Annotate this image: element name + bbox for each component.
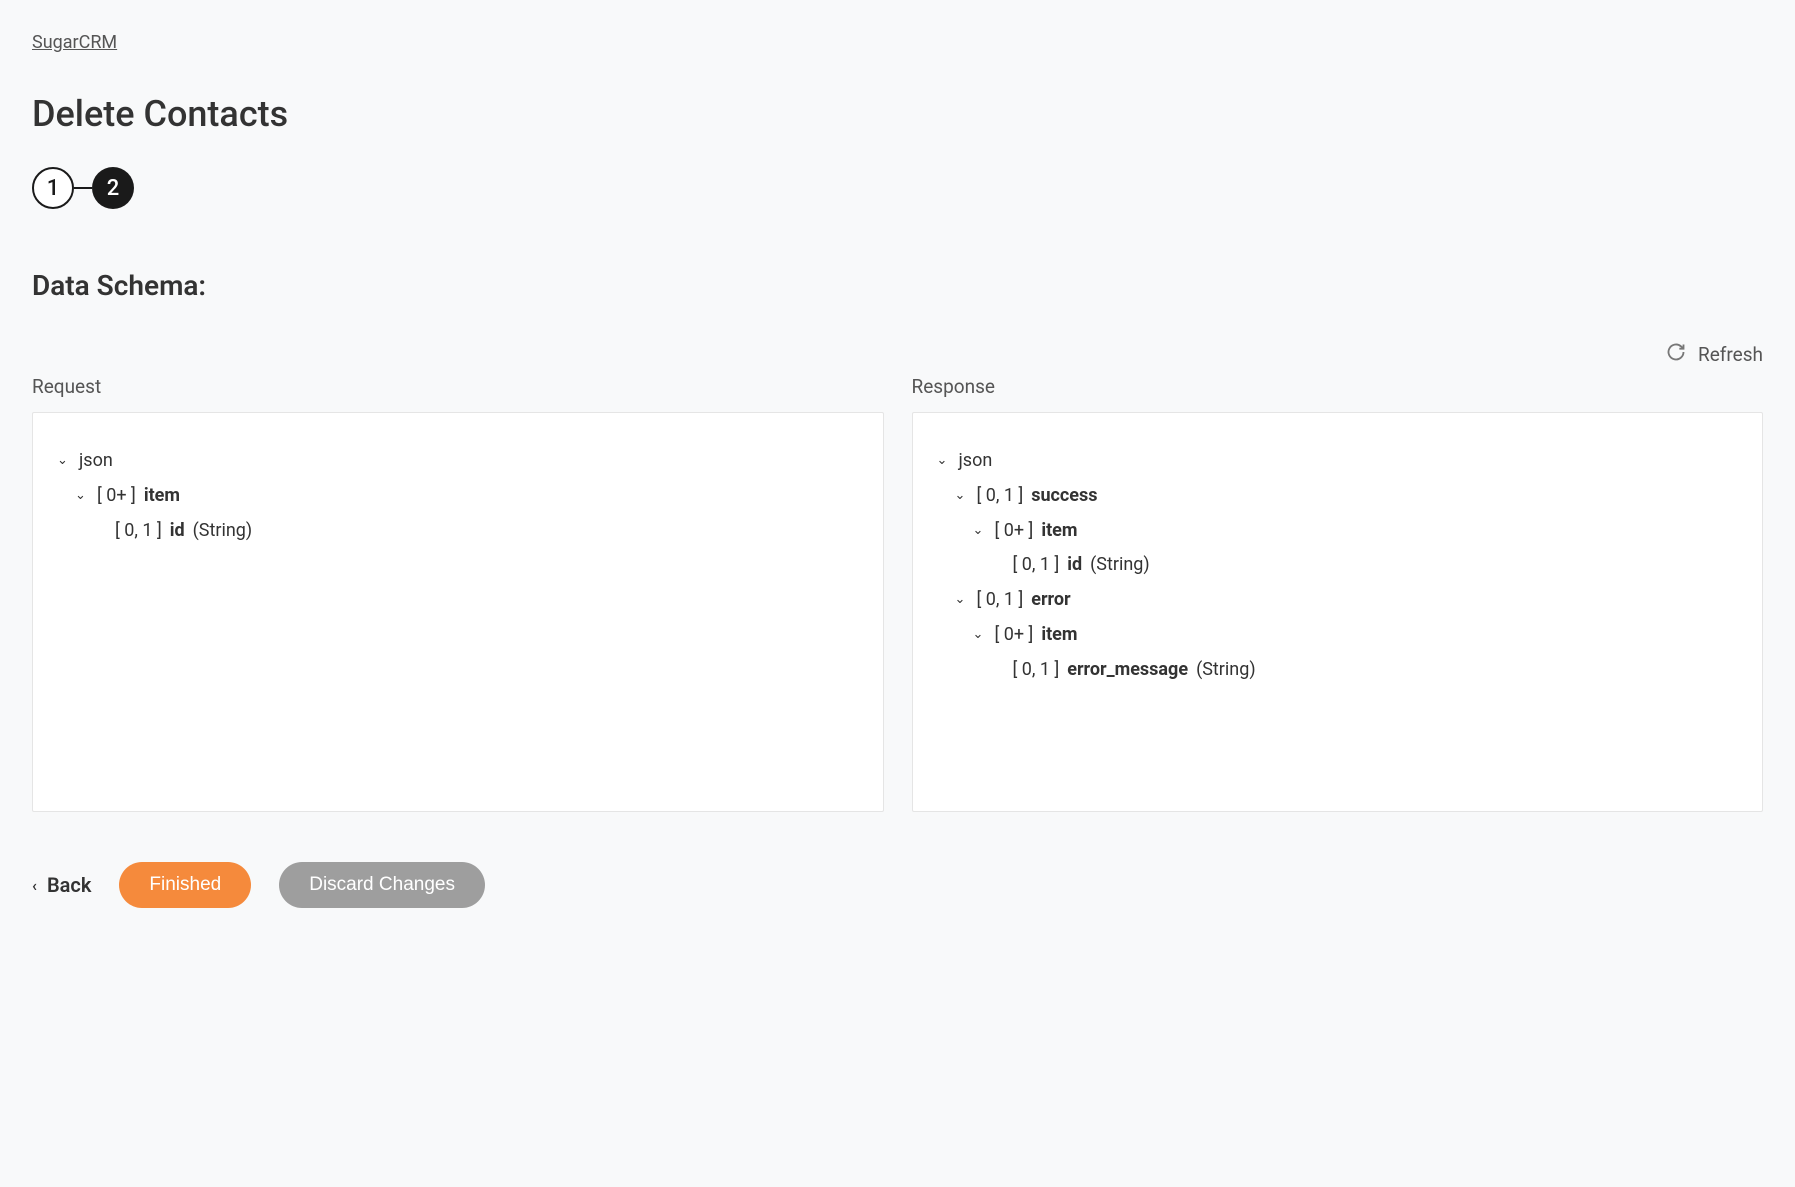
page-title: Delete Contacts [32, 93, 1763, 135]
section-header: Data Schema: [32, 269, 1763, 302]
back-button[interactable]: ‹ Back [32, 873, 91, 897]
tree-cardinality: [ 0, 1 ] [1013, 551, 1060, 580]
tree-row[interactable]: ⌄ [ 0+ ] item [57, 482, 859, 511]
chevron-down-icon[interactable]: ⌄ [937, 451, 951, 472]
tree-cardinality: [ 0, 1 ] [977, 586, 1024, 615]
tree-node-name: id [1067, 551, 1082, 580]
tree-node-type: (String) [1196, 656, 1256, 685]
refresh-label: Refresh [1698, 343, 1763, 366]
chevron-down-icon[interactable]: ⌄ [955, 486, 969, 507]
request-panel: ⌄ json ⌄ [ 0+ ] item [ 0, 1 ] id (String… [32, 412, 884, 812]
tree-row[interactable]: ⌄ json [937, 447, 1739, 476]
chevron-down-icon[interactable]: ⌄ [57, 451, 71, 472]
response-label: Response [912, 375, 1764, 398]
chevron-left-icon: ‹ [32, 876, 37, 895]
tree-node-type: (String) [1090, 551, 1150, 580]
tree-row[interactable]: [ 0, 1 ] id (String) [57, 517, 859, 546]
chevron-down-icon[interactable]: ⌄ [955, 590, 969, 611]
step-1[interactable]: 1 [32, 167, 74, 209]
refresh-icon [1666, 342, 1686, 367]
tree-node-name: item [1041, 621, 1077, 650]
tree-cardinality: [ 0+ ] [97, 482, 136, 511]
finished-button[interactable]: Finished [119, 862, 251, 908]
tree-cardinality: [ 0+ ] [995, 621, 1034, 650]
chevron-down-icon[interactable]: ⌄ [973, 625, 987, 646]
tree-node-type: (String) [193, 517, 253, 546]
tree-row[interactable]: ⌄ [ 0, 1 ] error [937, 586, 1739, 615]
request-label: Request [32, 375, 884, 398]
tree-cardinality: [ 0, 1 ] [115, 517, 162, 546]
tree-row[interactable]: ⌄ [ 0, 1 ] success [937, 482, 1739, 511]
chevron-down-icon[interactable]: ⌄ [75, 486, 89, 507]
tree-cardinality: [ 0, 1 ] [977, 482, 1024, 511]
refresh-button[interactable]: Refresh [1666, 342, 1763, 367]
tree-node-name: success [1031, 482, 1097, 511]
tree-row[interactable]: [ 0, 1 ] error_message (String) [937, 656, 1739, 685]
response-panel: ⌄ json ⌄ [ 0, 1 ] success ⌄ [ 0+ ] item … [912, 412, 1764, 812]
tree-node-name: id [170, 517, 185, 546]
chevron-down-icon[interactable]: ⌄ [973, 521, 987, 542]
step-2[interactable]: 2 [92, 167, 134, 209]
tree-node-name: item [144, 482, 180, 511]
tree-node-name: item [1041, 517, 1077, 546]
step-connector [74, 187, 92, 189]
tree-node-label: json [959, 447, 993, 476]
discard-button[interactable]: Discard Changes [279, 862, 485, 908]
tree-row[interactable]: ⌄ json [57, 447, 859, 476]
tree-row[interactable]: ⌄ [ 0+ ] item [937, 517, 1739, 546]
tree-cardinality: [ 0+ ] [995, 517, 1034, 546]
tree-node-name: error_message [1067, 656, 1188, 685]
tree-row[interactable]: [ 0, 1 ] id (String) [937, 551, 1739, 580]
tree-row[interactable]: ⌄ [ 0+ ] item [937, 621, 1739, 650]
tree-node-name: error [1031, 586, 1070, 615]
breadcrumb[interactable]: SugarCRM [32, 32, 1763, 53]
back-label: Back [47, 873, 91, 897]
stepper: 1 2 [32, 167, 1763, 209]
tree-cardinality: [ 0, 1 ] [1013, 656, 1060, 685]
tree-node-label: json [79, 447, 113, 476]
